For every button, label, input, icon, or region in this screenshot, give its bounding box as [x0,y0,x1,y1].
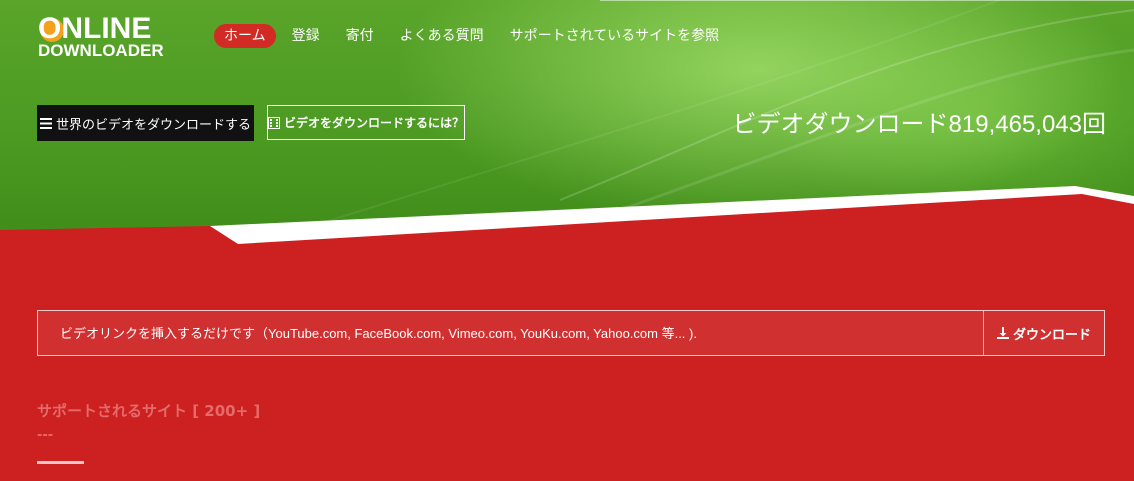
main-nav: ホーム 登録 寄付 よくある質問 サポートされているサイトを参照 [214,24,729,48]
list-icon [39,117,52,129]
nav-faq[interactable]: よくある質問 [390,24,494,48]
counter-suffix: 回 [1082,111,1106,138]
nav-supported-sites[interactable]: サポートされているサイトを参照 [500,24,730,48]
download-button-label: ダウンロード [1012,327,1091,343]
nav-donate[interactable]: 寄付 [336,24,384,48]
how-to-download-label: ビデオをダウンロードするには？ [284,116,465,130]
nav-register[interactable]: 登録 [282,24,330,48]
counter-prefix: ビデオダウンロード [732,111,949,138]
film-icon [268,116,280,129]
how-to-download-button[interactable]: ビデオをダウンロードするには？ [267,105,465,140]
supported-sites-dots: --- [37,428,54,443]
download-counter: ビデオダウンロード819,465,043回 [733,104,1106,139]
section-underline [37,461,84,464]
download-world-video-button[interactable]: 世界のビデオをダウンロードする [37,105,254,141]
download-button[interactable]: ダウンロード [983,311,1104,355]
download-icon [996,327,1009,339]
logo-top-text: ONLINE [38,12,152,45]
video-link-form: ダウンロード [37,310,1105,356]
supported-sites-heading: サポートされるサイト [ 200+ ] [37,402,261,420]
download-world-video-label: 世界のビデオをダウンロードする [55,117,251,133]
logo[interactable]: ONLINE DOWNLOADER [38,12,164,60]
counter-value: 819,465,043 [948,111,1082,138]
nav-home[interactable]: ホーム [214,24,276,48]
video-link-input[interactable] [38,311,983,355]
